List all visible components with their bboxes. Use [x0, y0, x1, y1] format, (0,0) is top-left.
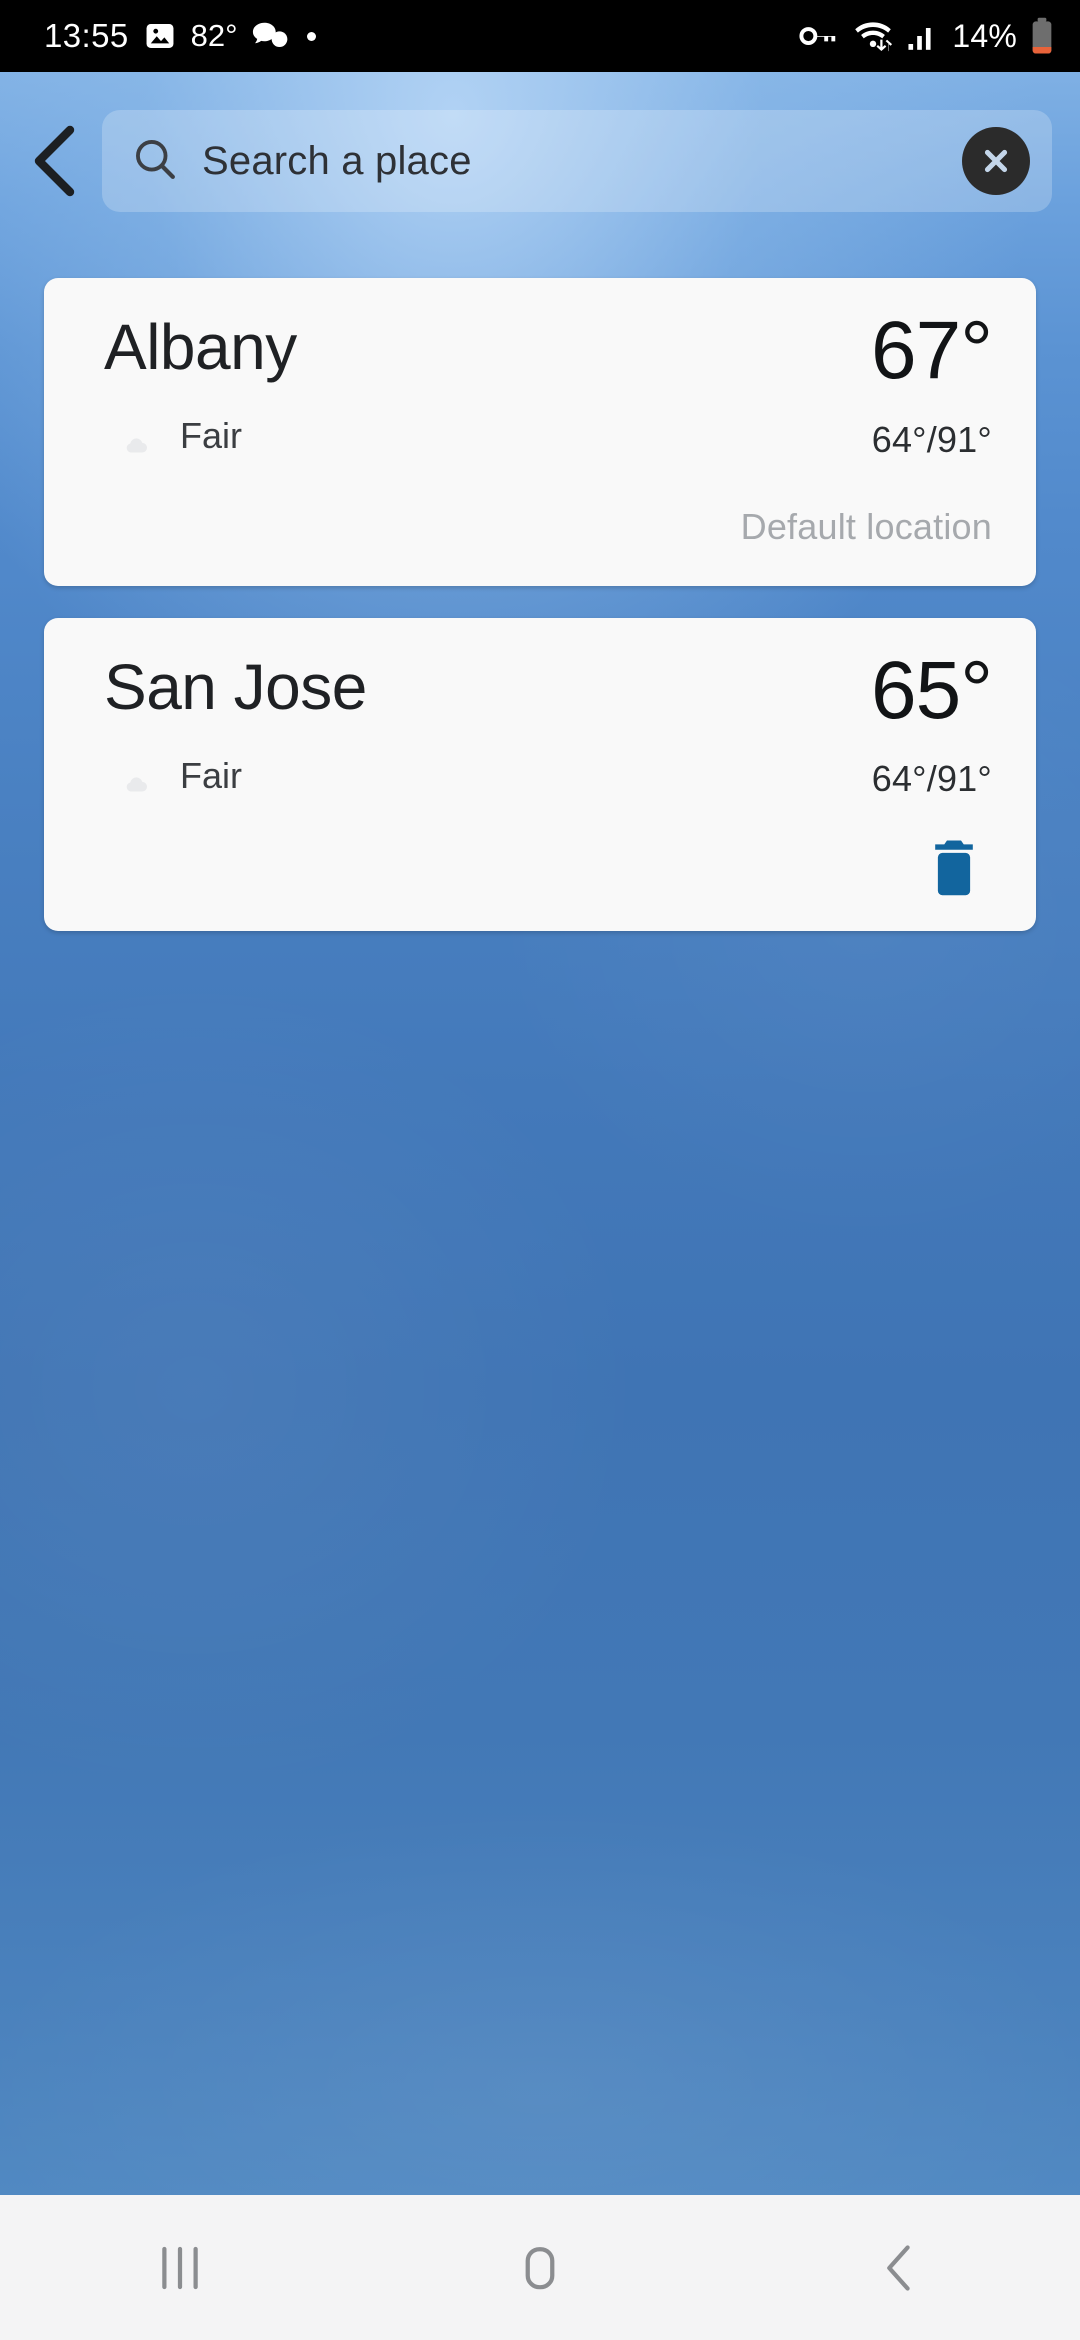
search-bar-row: Search a place [0, 110, 1080, 212]
status-bar-right: 14% [799, 17, 1054, 55]
back-button[interactable] [800, 2195, 1000, 2340]
location-card-footer: Default location [104, 498, 992, 556]
location-condition-label: Fair [180, 415, 242, 457]
wifi-icon [852, 19, 894, 53]
search-icon [132, 136, 178, 187]
location-high-low: 64°/91° [871, 418, 992, 460]
delete-location-button[interactable] [922, 837, 986, 901]
location-card-details: Fair 64°/91° [104, 744, 992, 807]
location-condition-label: Fair [180, 754, 242, 796]
battery-low-icon [1030, 17, 1054, 55]
close-icon [984, 149, 1008, 173]
chevron-left-icon [34, 125, 75, 197]
home-button[interactable] [440, 2195, 640, 2340]
location-list: Albany 67° Fair 64°/91° Default location [44, 278, 1036, 963]
chat-bubbles-icon [251, 20, 289, 52]
cellular-signal-icon [907, 21, 939, 51]
gallery-icon [143, 19, 177, 53]
location-city-name: Albany [104, 311, 297, 383]
home-icon [525, 2246, 555, 2289]
status-bar: 13:55 82° 14% [0, 0, 1080, 72]
phone-screen: 13:55 82° 14% Search a place Albany 67° … [0, 0, 1080, 2340]
location-condition: Fair [104, 744, 242, 807]
search-input-container[interactable]: Search a place [102, 110, 1052, 212]
recents-icon [162, 2246, 198, 2289]
location-high-low: 64°/91° [871, 758, 992, 800]
location-condition: Fair [104, 405, 242, 468]
notification-dot-icon [307, 31, 317, 41]
vpn-key-icon [799, 23, 839, 49]
location-card[interactable]: Albany 67° Fair 64°/91° Default location [44, 278, 1036, 586]
default-location-label: Default location [740, 505, 992, 547]
back-button[interactable] [6, 113, 102, 209]
status-bar-clock: 13:55 [44, 17, 129, 54]
system-navigation-bar [0, 2195, 1080, 2340]
status-bar-temperature: 82° [190, 18, 238, 53]
trash-icon [935, 840, 973, 896]
location-card[interactable]: San Jose 65° Fair 64°/91° [44, 617, 1036, 932]
back-icon [887, 2244, 910, 2291]
search-input[interactable]: Search a place [202, 139, 962, 184]
battery-percent-label: 14% [952, 17, 1017, 54]
location-city-name: San Jose [104, 650, 367, 723]
moon-cloud-icon [104, 405, 158, 468]
moon-cloud-icon [104, 744, 158, 807]
status-bar-left: 13:55 82° [44, 17, 317, 55]
recents-button[interactable] [80, 2195, 280, 2340]
location-card-header: Albany 67° [104, 305, 993, 396]
location-current-temperature: 65° [870, 644, 993, 736]
location-current-temperature: 67° [870, 305, 993, 396]
location-card-header: San Jose 65° [104, 644, 993, 736]
location-card-details: Fair 64°/91° [104, 405, 992, 468]
location-card-footer [104, 837, 992, 901]
clear-search-button[interactable] [962, 127, 1030, 195]
